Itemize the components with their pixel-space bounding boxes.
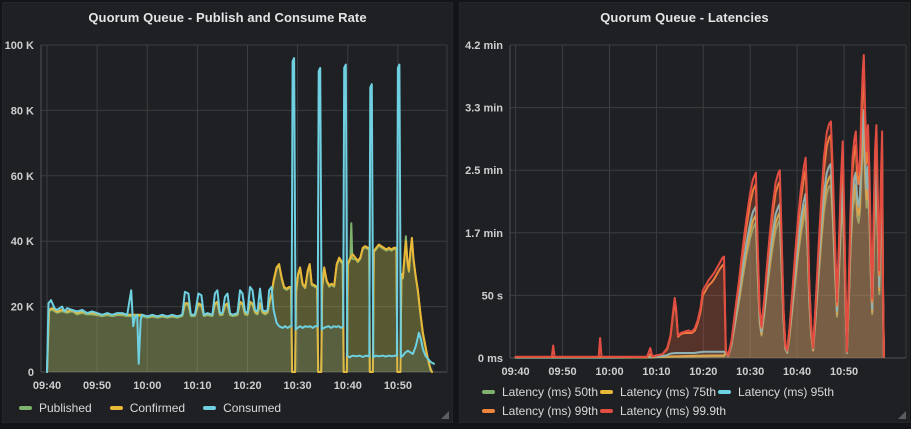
chart-legend: Latency (ms) 50th Latency (ms) 75th Latenc… bbox=[482, 385, 909, 418]
legend-series-label: Latency (ms) 95th bbox=[738, 385, 834, 399]
panel-resize-handle[interactable] bbox=[898, 411, 906, 419]
svg-text:09:40: 09:40 bbox=[502, 366, 530, 378]
legend-series-swatch-icon bbox=[482, 390, 495, 394]
svg-text:10:00: 10:00 bbox=[133, 380, 161, 392]
legend-item[interactable]: Published bbox=[19, 401, 92, 415]
svg-text:0: 0 bbox=[28, 367, 34, 379]
svg-text:10:40: 10:40 bbox=[334, 380, 362, 392]
svg-text:50 s: 50 s bbox=[482, 290, 503, 302]
legend-series-swatch-icon bbox=[718, 390, 731, 394]
svg-text:4.2 min: 4.2 min bbox=[465, 40, 503, 52]
svg-text:09:40: 09:40 bbox=[33, 380, 61, 392]
svg-text:10:30: 10:30 bbox=[284, 380, 312, 392]
legend-series-label: Latency (ms) 75th bbox=[620, 385, 716, 399]
legend-series-swatch-icon bbox=[110, 406, 123, 410]
legend-series-swatch-icon bbox=[600, 409, 613, 413]
legend-item[interactable]: Latency (ms) 95th bbox=[718, 385, 909, 399]
svg-text:2.5 min: 2.5 min bbox=[465, 165, 503, 177]
svg-text:10:30: 10:30 bbox=[736, 366, 764, 378]
svg-text:10:20: 10:20 bbox=[233, 380, 261, 392]
svg-text:10:10: 10:10 bbox=[642, 366, 670, 378]
legend-series-swatch-icon bbox=[19, 406, 32, 410]
svg-text:10:00: 10:00 bbox=[595, 366, 623, 378]
panel-resize-handle[interactable] bbox=[441, 411, 449, 419]
svg-text:09:50: 09:50 bbox=[548, 366, 576, 378]
svg-text:0 ms: 0 ms bbox=[478, 353, 503, 365]
legend-series-label: Confirmed bbox=[130, 401, 185, 415]
dashboard: Quorum Queue - Publish and Consume Rate … bbox=[0, 0, 911, 425]
latencies-chart[interactable]: 0 ms 50 s 1.7 min 2.5 min 3.3 min 4.2 min 09:4… bbox=[460, 31, 909, 383]
panel-publish-consume-rate: Quorum Queue - Publish and Consume Rate … bbox=[2, 2, 453, 423]
legend-item[interactable]: Consumed bbox=[203, 401, 281, 415]
chart-legend: Published Confirmed Consumed bbox=[19, 401, 452, 415]
panel-title[interactable]: Quorum Queue - Publish and Consume Rate bbox=[3, 3, 452, 31]
svg-text:10:40: 10:40 bbox=[783, 366, 811, 378]
legend-item[interactable]: Latency (ms) 75th bbox=[600, 385, 718, 399]
legend-series-swatch-icon bbox=[482, 409, 495, 413]
svg-text:20 K: 20 K bbox=[11, 302, 34, 314]
svg-text:10:50: 10:50 bbox=[384, 380, 412, 392]
svg-text:1.7 min: 1.7 min bbox=[465, 228, 503, 240]
legend-series-swatch-icon bbox=[600, 390, 613, 394]
svg-text:09:50: 09:50 bbox=[83, 380, 111, 392]
legend-series-label: Published bbox=[39, 401, 92, 415]
svg-text:80 K: 80 K bbox=[11, 105, 34, 117]
legend-item[interactable]: Confirmed bbox=[110, 401, 185, 415]
svg-text:40 K: 40 K bbox=[11, 236, 34, 248]
legend-series-label: Latency (ms) 99.9th bbox=[620, 404, 726, 418]
legend-series-label: Latency (ms) 50th bbox=[502, 385, 598, 399]
legend-series-label: Consumed bbox=[223, 401, 281, 415]
svg-text:60 K: 60 K bbox=[11, 171, 34, 183]
svg-text:10:10: 10:10 bbox=[183, 380, 211, 392]
legend-series-swatch-icon bbox=[203, 406, 216, 410]
publish-consume-rate-chart[interactable]: 0 20 K 40 K 60 K 80 K 100 K 09:40 09:50 10:00 10:… bbox=[3, 31, 452, 399]
legend-series-label: Latency (ms) 99th bbox=[502, 404, 598, 418]
legend-item[interactable]: Latency (ms) 50th bbox=[482, 385, 600, 399]
panel-latencies: Quorum Queue - Latencies 0 ms 50 s 1.7 min… bbox=[459, 2, 910, 423]
legend-item[interactable]: Latency (ms) 99.9th bbox=[600, 404, 718, 418]
svg-text:10:20: 10:20 bbox=[689, 366, 717, 378]
legend-item[interactable]: Latency (ms) 99th bbox=[482, 404, 600, 418]
svg-text:10:50: 10:50 bbox=[830, 366, 858, 378]
panel-title[interactable]: Quorum Queue - Latencies bbox=[460, 3, 909, 31]
svg-text:100 K: 100 K bbox=[5, 40, 34, 52]
svg-text:3.3 min: 3.3 min bbox=[465, 103, 503, 115]
